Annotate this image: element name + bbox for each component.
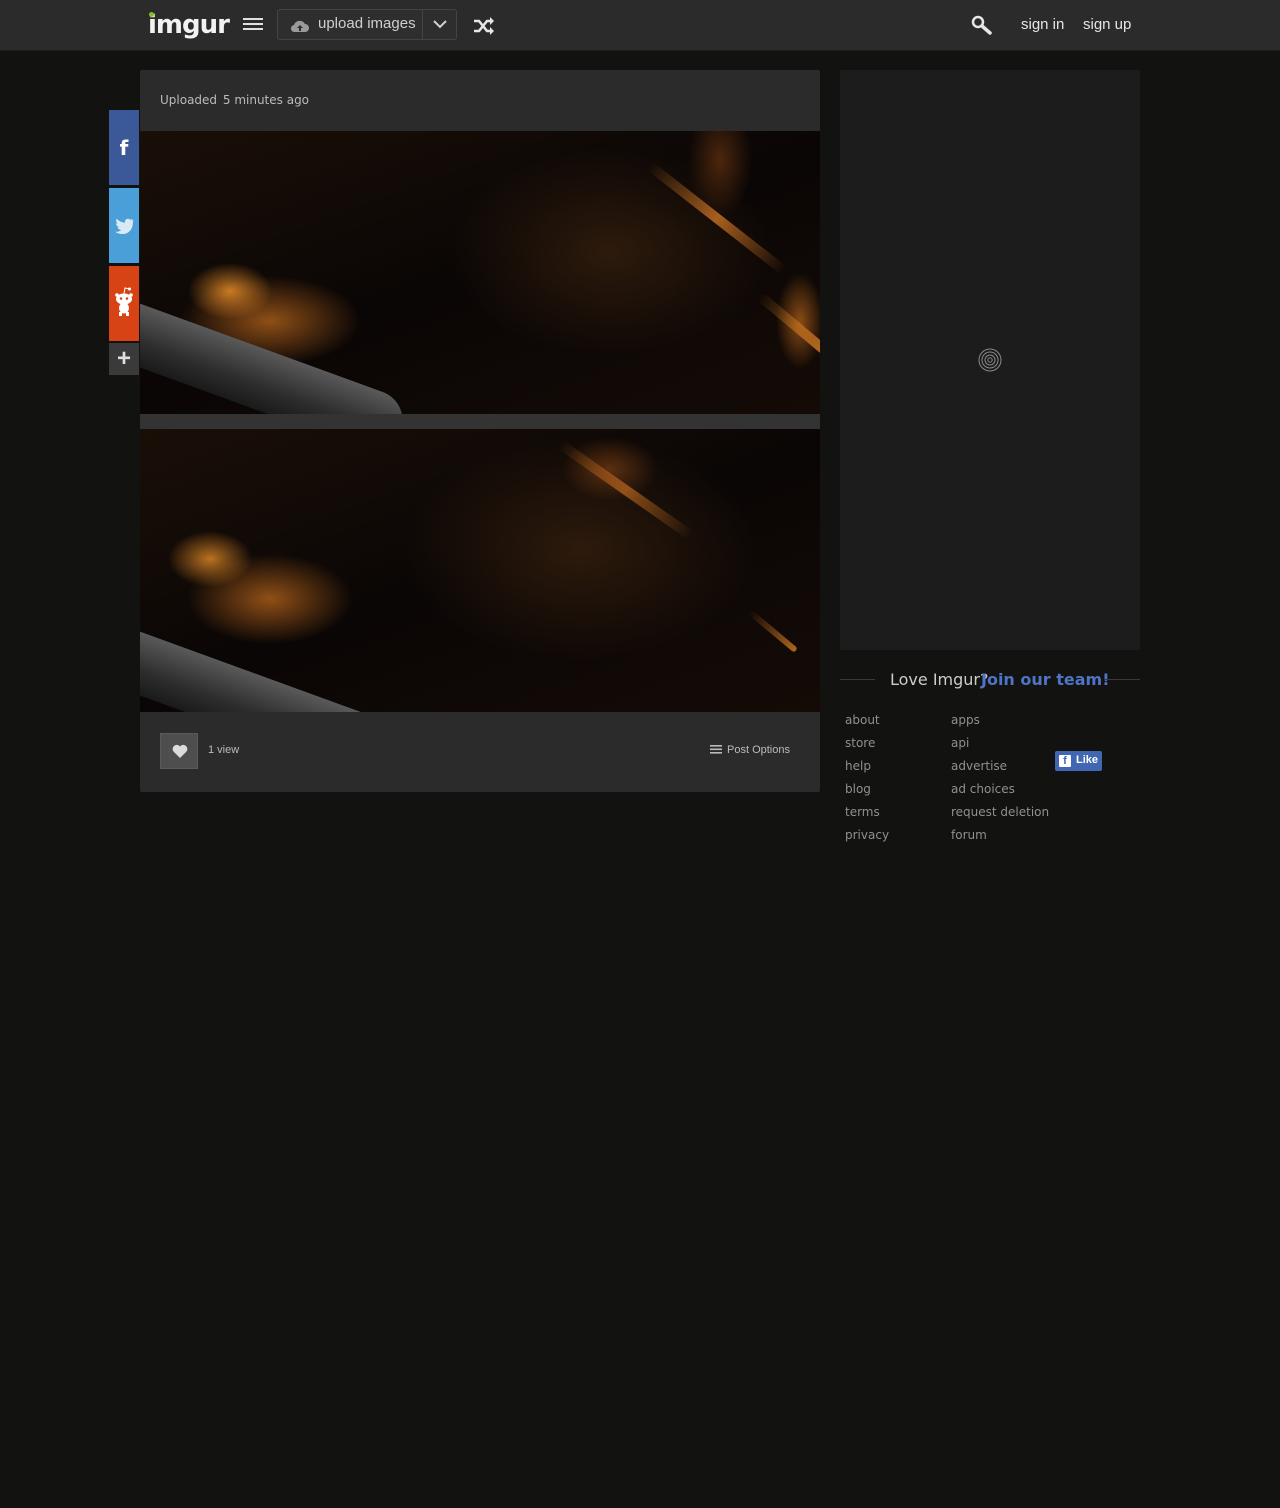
post-header: Uploaded 5 minutes ago	[160, 93, 309, 107]
footer-link-privacy[interactable]: privacy	[845, 827, 889, 850]
upload-images-group: upload images	[277, 9, 457, 40]
facebook-icon: f	[119, 136, 129, 160]
hamburger-icon[interactable]	[243, 18, 263, 32]
favorite-button[interactable]	[160, 733, 198, 769]
imgur-logo[interactable]: imgur	[148, 10, 230, 40]
post-container: Uploaded 5 minutes ago 1 view Post Optio…	[140, 70, 820, 792]
post-image-1[interactable]	[140, 131, 820, 414]
share-facebook-button[interactable]: f	[109, 110, 139, 185]
upload-images-button[interactable]: upload images	[278, 10, 422, 39]
divider-line	[840, 679, 875, 680]
footer-link-forum[interactable]: forum	[951, 827, 1049, 850]
shuffle-icon[interactable]	[473, 17, 495, 35]
logo-dot	[149, 12, 154, 17]
plus-icon: +	[116, 345, 131, 372]
divider-line	[1105, 679, 1140, 680]
footer-link-help[interactable]: help	[845, 758, 889, 781]
post-image-2[interactable]	[140, 429, 820, 712]
heart-icon	[172, 744, 188, 758]
footer-link-ad-choices[interactable]: ad choices	[951, 781, 1049, 804]
footer-link-about[interactable]: about	[845, 712, 889, 735]
join-team-banner: Love Imgur? Join our team!	[840, 670, 1140, 692]
footer-link-request-deletion[interactable]: request deletion	[951, 804, 1049, 827]
join-team-link[interactable]: Join our team!	[981, 670, 1110, 689]
footer-link-store[interactable]: store	[845, 735, 889, 758]
search-icon[interactable]	[971, 15, 993, 35]
chevron-down-icon	[433, 20, 447, 29]
view-count: 1 view	[208, 744, 240, 756]
facebook-like-label: Like	[1076, 754, 1099, 766]
ad-slot	[840, 70, 1140, 650]
twitter-icon	[115, 218, 134, 234]
footer-link-apps[interactable]: apps	[951, 712, 1049, 735]
share-reddit-button[interactable]	[109, 266, 139, 341]
upload-images-label: upload images	[318, 15, 416, 32]
list-icon	[710, 745, 722, 754]
share-more-button[interactable]: +	[109, 343, 139, 375]
post-options-label: Post Options	[727, 744, 790, 756]
top-navbar: imgur upload images sign in sign up	[0, 0, 1280, 51]
uploaded-label: Uploaded	[160, 93, 218, 107]
post-footer: 1 view Post Options	[140, 712, 820, 792]
cloud-upload-icon	[291, 20, 309, 32]
footer-link-advertise[interactable]: advertise	[951, 758, 1049, 781]
sign-up-link[interactable]: sign up	[1083, 16, 1131, 33]
image-divider	[140, 414, 820, 429]
share-twitter-button[interactable]	[109, 188, 139, 263]
footer-link-terms[interactable]: terms	[845, 804, 889, 827]
footer-links-column-2: apps api advertise ad choices request de…	[951, 712, 1049, 850]
upload-dropdown-button[interactable]	[423, 10, 457, 39]
reddit-icon	[115, 287, 133, 316]
footer-link-blog[interactable]: blog	[845, 781, 889, 804]
love-imgur-text: Love Imgur?	[890, 670, 989, 689]
logo-text[interactable]: imgur	[148, 10, 230, 40]
facebook-icon: f	[1059, 755, 1071, 767]
uploaded-time: 5 minutes ago	[222, 93, 310, 107]
loading-spinner-icon	[978, 348, 1002, 372]
sign-in-link[interactable]: sign in	[1021, 16, 1064, 33]
facebook-like-button[interactable]: f Like	[1055, 751, 1102, 771]
footer-link-api[interactable]: api	[951, 735, 1049, 758]
footer-links-column-1: about store help blog terms privacy	[845, 712, 889, 850]
